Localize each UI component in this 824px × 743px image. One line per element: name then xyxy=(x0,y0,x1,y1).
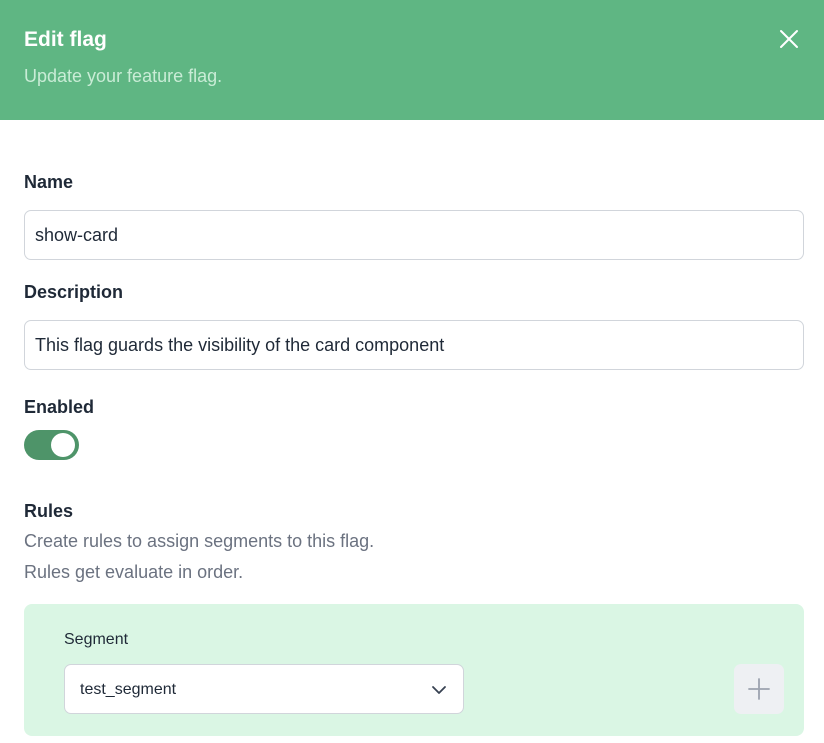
close-icon xyxy=(780,30,798,48)
segment-selected-value: test_segment xyxy=(80,681,177,698)
description-input[interactable] xyxy=(24,320,804,370)
enabled-label: Enabled xyxy=(24,397,95,417)
segment-label: Segment xyxy=(64,631,129,648)
description-label: Description xyxy=(24,282,124,302)
panel-header: Edit flag Update your feature flag. xyxy=(0,0,824,120)
add-rule-button[interactable] xyxy=(734,664,784,714)
segment-select[interactable]: test_segment xyxy=(64,664,464,714)
edit-flag-panel: Edit flag Update your feature flag. Name… xyxy=(0,0,824,743)
name-input[interactable] xyxy=(24,210,804,260)
toggle-knob xyxy=(51,433,75,457)
rules-label: Rules xyxy=(24,501,74,521)
plus-icon xyxy=(748,678,770,700)
rules-help-line-1: Create rules to assign segments to this … xyxy=(24,531,375,551)
close-button[interactable] xyxy=(772,22,806,56)
name-label: Name xyxy=(24,172,74,192)
panel-title: Edit flag xyxy=(24,28,107,51)
rule-item: Segment test_segment xyxy=(24,604,804,736)
rules-help-line-2: Rules get evaluate in order. xyxy=(24,562,244,582)
enabled-toggle[interactable] xyxy=(24,430,79,460)
chevron-down-icon xyxy=(432,686,446,694)
panel-subtitle: Update your feature flag. xyxy=(24,66,223,86)
